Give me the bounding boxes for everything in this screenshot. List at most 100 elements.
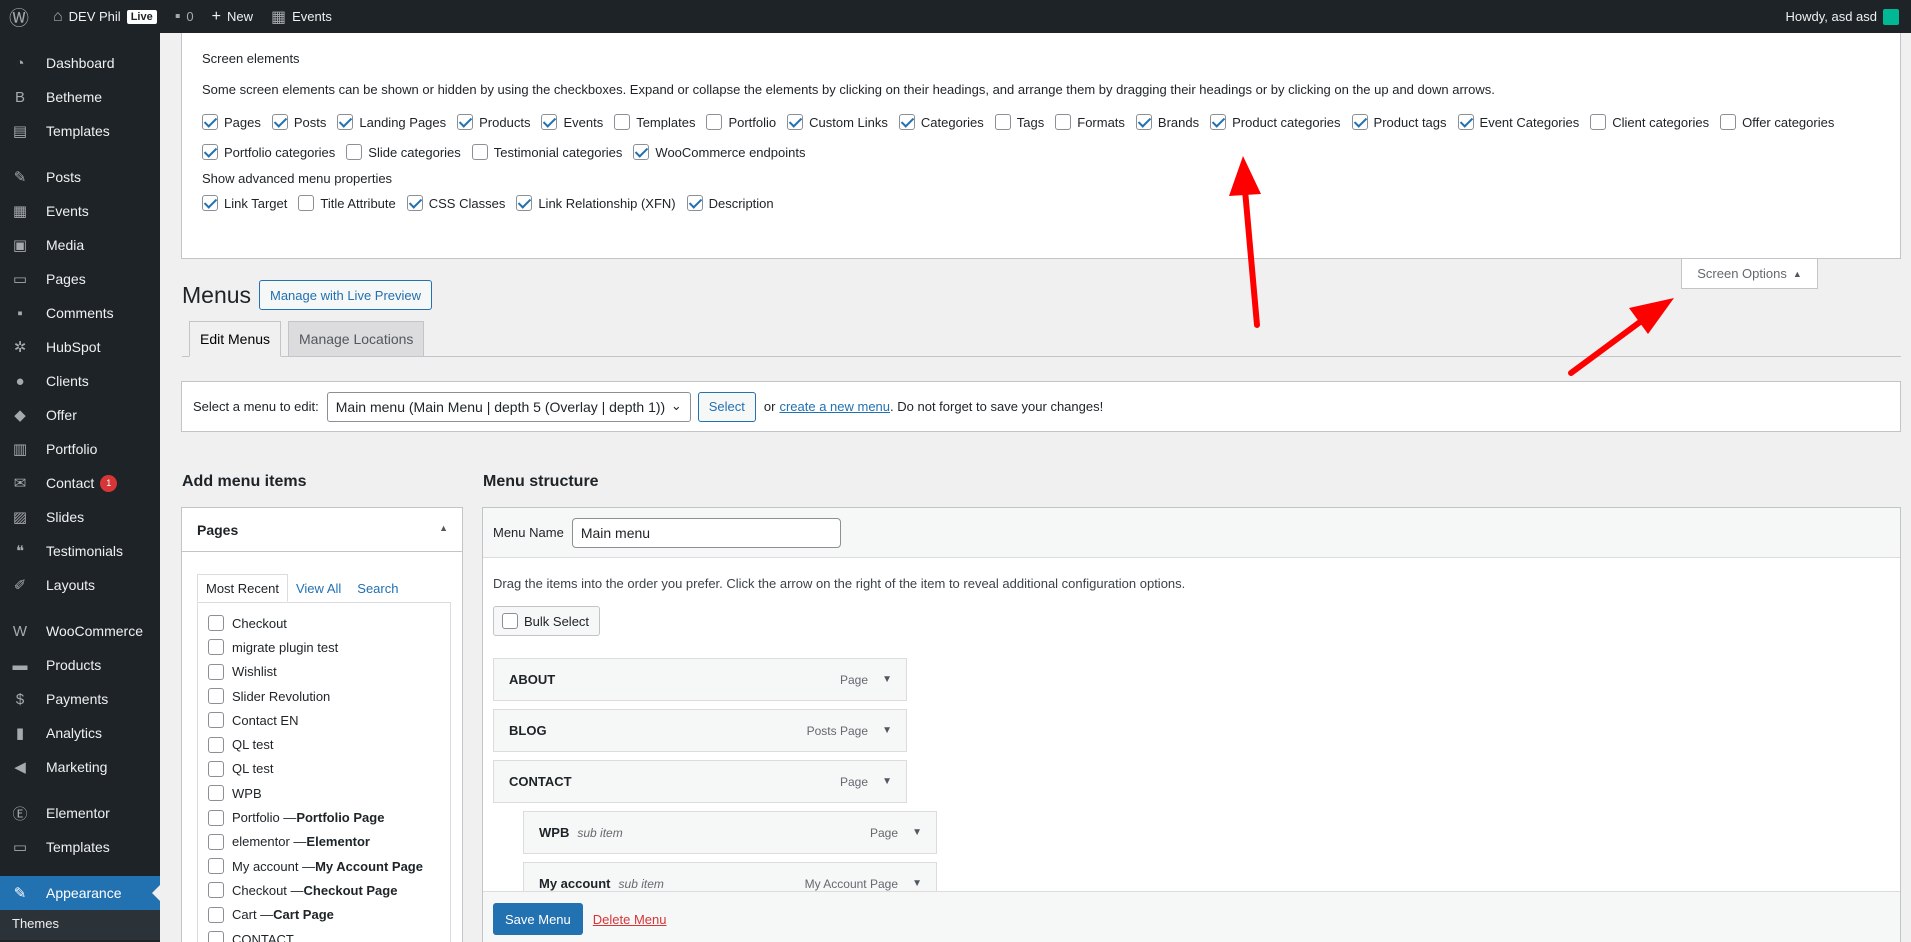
sidebar-item-posts[interactable]: ✎ Posts [0, 160, 160, 194]
list-item[interactable]: QL test [208, 732, 450, 756]
menu-item-wpb[interactable]: WPB sub item Page ▼ [523, 811, 937, 854]
option-portfolio[interactable]: Portfolio [706, 111, 776, 133]
new-content-link[interactable]: + New [203, 0, 262, 33]
list-item[interactable]: My account — My Account Page [208, 854, 450, 878]
checkbox[interactable] [686, 195, 703, 211]
checkbox[interactable] [202, 114, 218, 130]
option-slide-categories[interactable]: Slide categories [346, 141, 461, 163]
checkbox[interactable] [471, 144, 488, 160]
sidebar-item-dashboard[interactable]: ◔ Dashboard [0, 46, 160, 80]
pages-accordion-header[interactable]: Pages ▲ [182, 508, 462, 552]
page-checkbox[interactable] [208, 809, 224, 826]
list-item[interactable]: Cart — Cart Page [208, 903, 450, 927]
page-checkbox[interactable] [208, 882, 224, 899]
list-item[interactable]: Slider Revolution [208, 684, 450, 708]
site-name-link[interactable]: ⌂ DEV Phil Live [44, 0, 166, 33]
list-item[interactable]: Wishlist [208, 660, 450, 684]
screen-options-toggle[interactable]: Screen Options ▲ [1681, 259, 1818, 289]
tab-view-all[interactable]: View All [288, 574, 349, 602]
checkbox[interactable] [1135, 114, 1152, 130]
checkbox[interactable] [337, 114, 354, 130]
list-item[interactable]: Contact EN [208, 708, 450, 732]
option-link-target[interactable]: Link Target [202, 192, 287, 214]
events-link[interactable]: ▦ Events [262, 0, 341, 33]
checkbox[interactable] [516, 195, 533, 211]
sidebar-item-betheme[interactable]: B Betheme [0, 80, 160, 114]
option-portfolio-categories[interactable]: Portfolio categories [202, 141, 335, 163]
delete-menu-link[interactable]: Delete Menu [593, 912, 667, 927]
checkbox[interactable] [298, 195, 315, 211]
checkbox[interactable] [406, 195, 423, 211]
option-product-tags[interactable]: Product tags [1351, 111, 1447, 133]
menu-item-contact[interactable]: CONTACT Page ▼ [493, 760, 907, 803]
sidebar-item-layouts[interactable]: ✐ Layouts [0, 568, 160, 602]
option-pages[interactable]: Pages [202, 111, 261, 133]
sidebar-item-clients[interactable]: ● Clients [0, 364, 160, 398]
option-formats[interactable]: Formats [1055, 111, 1125, 133]
wordpress-logo-icon[interactable]: Ⓦ [0, 0, 44, 33]
sidebar-item-portfolio[interactable]: ▥ Portfolio [0, 432, 160, 466]
checkbox[interactable] [541, 114, 558, 130]
checkbox[interactable] [787, 114, 804, 130]
sidebar-item-media[interactable]: ▣ Media [0, 228, 160, 262]
page-checkbox[interactable] [208, 906, 224, 923]
page-checkbox[interactable] [208, 858, 224, 875]
tab-manage-locations[interactable]: Manage Locations [288, 321, 425, 357]
page-checkbox[interactable] [208, 760, 224, 777]
option-title-attribute[interactable]: Title Attribute [298, 192, 396, 214]
list-item[interactable]: migrate plugin test [208, 635, 450, 659]
option-testimonial-categories[interactable]: Testimonial categories [471, 141, 622, 163]
option-landing-pages[interactable]: Landing Pages [337, 111, 446, 133]
sidebar-item-templates[interactable]: ▤ Templates [0, 114, 160, 148]
page-checkbox[interactable] [208, 663, 224, 680]
page-checkbox[interactable] [208, 785, 224, 802]
checkbox[interactable] [457, 114, 474, 130]
checkbox[interactable] [1210, 114, 1227, 130]
list-item[interactable]: Checkout [208, 611, 450, 635]
checkbox[interactable] [1590, 114, 1607, 130]
checkbox[interactable] [898, 114, 915, 130]
list-item[interactable]: WPB [208, 781, 450, 805]
sidebar-item-elementor[interactable]: Ⓔ Elementor [0, 796, 160, 830]
checkbox[interactable] [346, 144, 363, 160]
bulk-select-button[interactable]: Bulk Select [493, 606, 601, 636]
option-css-classes[interactable]: CSS Classes [406, 192, 505, 214]
page-checkbox[interactable] [208, 833, 224, 850]
page-checkbox[interactable] [208, 712, 224, 729]
save-menu-button[interactable]: Save Menu [493, 903, 583, 935]
sidebar-item-testimonials[interactable]: ❝ Testimonials [0, 534, 160, 568]
list-item[interactable]: Checkout — Checkout Page [208, 878, 450, 902]
option-categories[interactable]: Categories [898, 111, 984, 133]
manage-live-preview-button[interactable]: Manage with Live Preview [259, 280, 433, 310]
option-events[interactable]: Events [541, 111, 603, 133]
list-item[interactable]: Portfolio — Portfolio Page [208, 805, 450, 829]
option-custom-links[interactable]: Custom Links [787, 111, 888, 133]
checkbox[interactable] [202, 144, 218, 160]
page-checkbox[interactable] [208, 639, 224, 656]
expand-arrow-icon[interactable]: ▼ [882, 776, 892, 787]
option-product-categories[interactable]: Product categories [1210, 111, 1341, 133]
create-new-menu-link[interactable]: create a new menu [779, 399, 890, 414]
page-checkbox[interactable] [208, 688, 224, 705]
option-templates[interactable]: Templates [614, 111, 695, 133]
sidebar-item-products[interactable]: ▬ Products [0, 648, 160, 682]
option-posts[interactable]: Posts [271, 111, 326, 133]
sidebar-item-marketing[interactable]: ◀ Marketing [0, 750, 160, 784]
tab-search[interactable]: Search [349, 574, 406, 602]
checkbox[interactable] [1055, 114, 1072, 130]
sidebar-item-woocommerce[interactable]: W WooCommerce [0, 614, 160, 648]
option-client-categories[interactable]: Client categories [1590, 111, 1709, 133]
page-checkbox[interactable] [208, 615, 224, 632]
checkbox[interactable] [633, 144, 650, 160]
menu-select-dropdown[interactable]: Main menu (Main Menu | depth 5 (Overlay … [326, 391, 691, 422]
sidebar-item-slides[interactable]: ▨ Slides [0, 500, 160, 534]
option-event-categories[interactable]: Event Categories [1457, 111, 1579, 133]
menu-item-blog[interactable]: BLOG Posts Page ▼ [493, 709, 907, 752]
bulk-select-checkbox[interactable] [502, 613, 518, 629]
option-link-relationship-xfn-[interactable]: Link Relationship (XFN) [516, 192, 676, 214]
comments-link[interactable]: ▪ 0 [166, 0, 203, 33]
select-button[interactable]: Select [697, 391, 756, 422]
list-item[interactable]: CONTACT [208, 927, 450, 942]
checkbox[interactable] [271, 114, 288, 130]
sidebar-item-pages[interactable]: ▭ Pages [0, 262, 160, 296]
